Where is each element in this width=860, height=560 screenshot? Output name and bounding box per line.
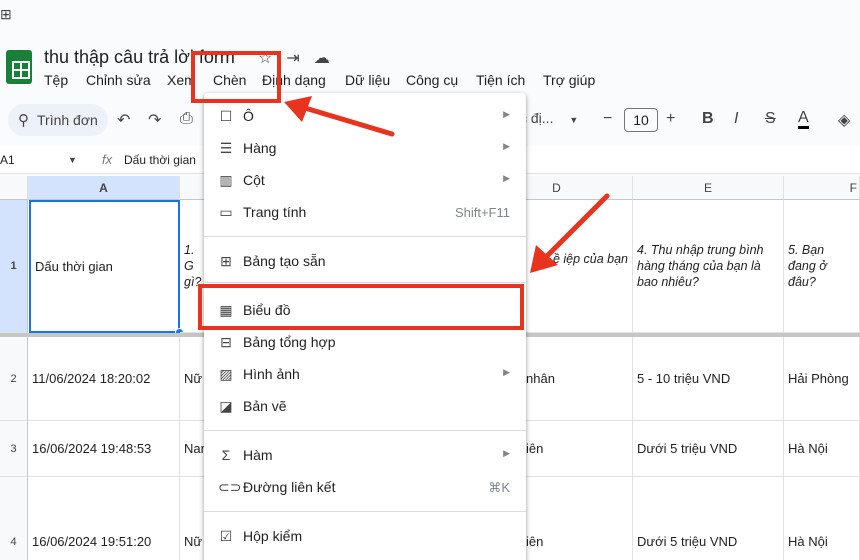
arrow-to-chart-item xyxy=(530,193,610,273)
annotation-arrows xyxy=(284,96,610,273)
arrow-to-insert-menu xyxy=(284,96,395,137)
